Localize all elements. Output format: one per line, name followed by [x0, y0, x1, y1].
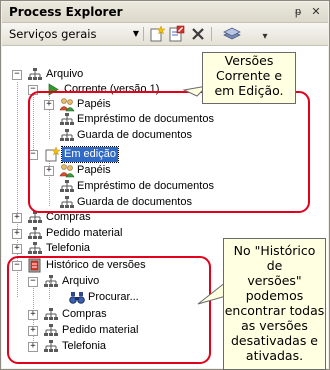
tree-node-pedido-material[interactable]: + Pedido material	[2, 226, 162, 241]
close-icon[interactable]: ✕	[309, 5, 323, 19]
callout-line: Versões	[224, 53, 274, 68]
process-icon	[28, 227, 42, 239]
callout-line: Corrente e	[215, 68, 283, 83]
callout-line: as versões	[241, 318, 308, 333]
edit-document-icon[interactable]	[168, 25, 186, 43]
panel-title: Process Explorer	[9, 5, 123, 19]
highlight-box-history	[7, 256, 211, 364]
callout-line: No "Histórico de	[233, 243, 316, 273]
layers-icon[interactable]	[223, 25, 241, 43]
callout-versions: Versões Corrente e em Edição.	[202, 52, 296, 104]
expand-toggle[interactable]: +	[12, 244, 22, 254]
callout-history: No "Histórico de versões" podemos encont…	[223, 238, 326, 370]
expand-toggle[interactable]: +	[12, 229, 22, 239]
process-icon	[28, 68, 42, 80]
tree-node-arquivo[interactable]: − Arquivo	[2, 67, 202, 82]
callout-line: versões"	[247, 273, 302, 288]
process-group-select[interactable]: Serviços gerais ▼	[9, 26, 139, 42]
callout-line: ativadas.	[245, 348, 304, 363]
callout-line: em Edição.	[214, 83, 284, 98]
callout-line: desativadas e	[231, 333, 318, 348]
toolbar-separator	[211, 27, 212, 41]
process-tree: − Arquivo − Corrente (versão 1) + Papéis…	[2, 46, 328, 370]
highlight-box-versions	[28, 91, 310, 213]
title-bar: Process Explorer ᵽ ✕	[2, 2, 328, 23]
toolbar-overflow-icon[interactable]: ▾	[258, 30, 272, 44]
tree-node-label: Arquivo	[46, 68, 84, 80]
toolbar: Serviços gerais ▼ ▾	[2, 23, 328, 46]
chevron-down-icon[interactable]: ▼	[133, 26, 139, 42]
callout-line: encontrar todas	[224, 303, 325, 318]
collapse-toggle[interactable]: −	[12, 70, 22, 80]
process-icon	[28, 242, 42, 254]
expand-toggle[interactable]: +	[12, 213, 22, 223]
process-group-value: Serviços gerais	[9, 27, 97, 41]
pin-icon[interactable]: ᵽ	[291, 5, 305, 19]
toolbar-separator	[143, 27, 144, 41]
process-explorer-panel: Process Explorer ᵽ ✕ Serviços gerais ▼ ▾…	[0, 0, 330, 370]
tree-node-label: Pedido material	[46, 227, 123, 239]
new-item-icon[interactable]	[148, 25, 166, 43]
callout-line: podemos	[245, 288, 304, 303]
tree-node-label: Telefonia	[46, 242, 91, 254]
tree-node-telefonia[interactable]: + Telefonia	[2, 241, 162, 256]
delete-icon[interactable]	[189, 25, 207, 43]
